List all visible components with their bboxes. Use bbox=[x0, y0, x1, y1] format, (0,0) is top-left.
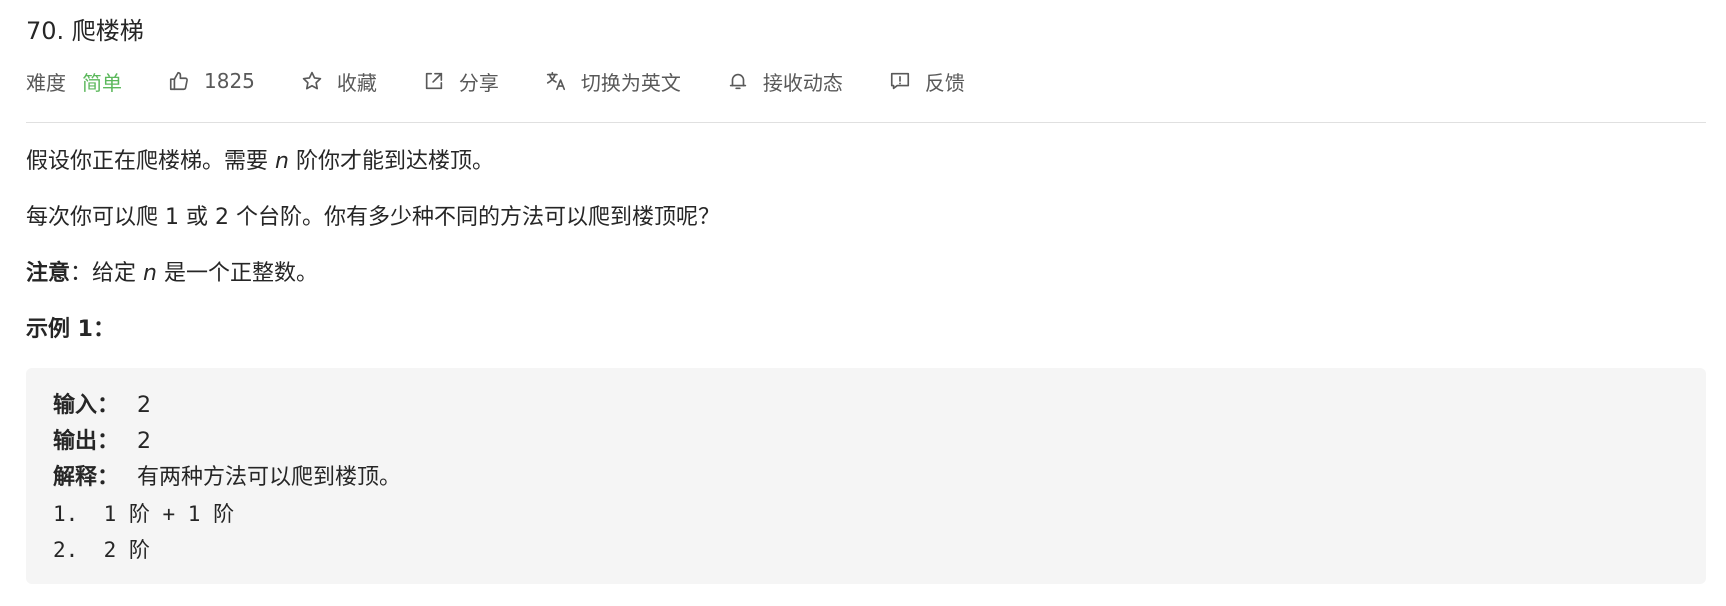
description-text: 阶你才能到达楼顶。 bbox=[288, 149, 494, 174]
share-label: 分享 bbox=[458, 70, 499, 95]
example-output-line: 输出： 2 bbox=[53, 426, 151, 458]
note-text: 是一个正整数。 bbox=[156, 261, 318, 286]
example-input-line: 输入： 2 bbox=[53, 390, 151, 422]
translate-icon bbox=[545, 70, 567, 92]
example-step-1: 1. 1 阶 + 1 阶 bbox=[53, 502, 235, 526]
description-paragraph-1: 假设你正在爬楼梯。需要 n 阶你才能到达楼顶。 bbox=[26, 146, 494, 178]
variable-n: n bbox=[275, 149, 289, 174]
bell-icon bbox=[727, 70, 749, 92]
thumbs-up-icon bbox=[168, 70, 190, 92]
share-button[interactable]: 分享 bbox=[423, 67, 499, 96]
translate-label: 切换为英文 bbox=[580, 70, 681, 95]
description-paragraph-2: 每次你可以爬 1 或 2 个台阶。你有多少种不同的方法可以爬到楼顶呢？ bbox=[26, 205, 720, 230]
example-code-block: 输入： 2 输出： 2 解释： 有两种方法可以爬到楼顶。 1. 1 阶 + 1 阶 2… bbox=[26, 368, 1706, 584]
favorite-button[interactable]: 收藏 bbox=[301, 67, 377, 96]
example-explanation-line: 解释： 有两种方法可以爬到楼顶。 bbox=[53, 462, 401, 494]
variable-n: n bbox=[143, 261, 157, 286]
input-label: 输入： bbox=[53, 393, 120, 418]
feedback-icon bbox=[889, 70, 911, 92]
description-text: 假设你正在爬楼梯。需要 bbox=[26, 149, 275, 174]
difficulty-label: 难度 bbox=[26, 70, 66, 95]
example-step-2: 2. 2 阶 bbox=[53, 538, 150, 562]
header-divider bbox=[26, 122, 1706, 123]
subscribe-label: 接收动态 bbox=[762, 70, 843, 95]
output-label: 输出： bbox=[53, 429, 120, 454]
difficulty: 难度 简单 bbox=[26, 67, 122, 96]
explanation-value: 有两种方法可以爬到楼顶。 bbox=[137, 465, 402, 490]
feedback-button[interactable]: 反馈 bbox=[889, 67, 965, 96]
star-icon bbox=[301, 70, 323, 92]
subscribe-button[interactable]: 接收动态 bbox=[727, 67, 843, 96]
like-button[interactable]: 1825 bbox=[168, 69, 255, 93]
difficulty-value: 简单 bbox=[82, 70, 122, 95]
translate-button[interactable]: 切换为英文 bbox=[545, 67, 681, 96]
share-icon bbox=[423, 70, 445, 92]
feedback-label: 反馈 bbox=[924, 70, 965, 95]
example-heading: 示例 1： bbox=[26, 317, 115, 342]
note-label: 注意 bbox=[26, 261, 71, 286]
problem-meta-bar: 难度 简单 1825 收藏 分享 切换为英文 接收动态 反馈 bbox=[26, 64, 1011, 98]
explanation-label: 解释： bbox=[53, 465, 120, 490]
like-count: 1825 bbox=[204, 69, 255, 93]
input-value: 2 bbox=[137, 393, 151, 418]
problem-title: 70. 爬楼梯 bbox=[26, 17, 144, 45]
favorite-label: 收藏 bbox=[336, 70, 377, 95]
note-text: ：给定 bbox=[70, 261, 144, 286]
output-value: 2 bbox=[137, 429, 151, 454]
note-paragraph: 注意：给定 n 是一个正整数。 bbox=[26, 258, 318, 290]
